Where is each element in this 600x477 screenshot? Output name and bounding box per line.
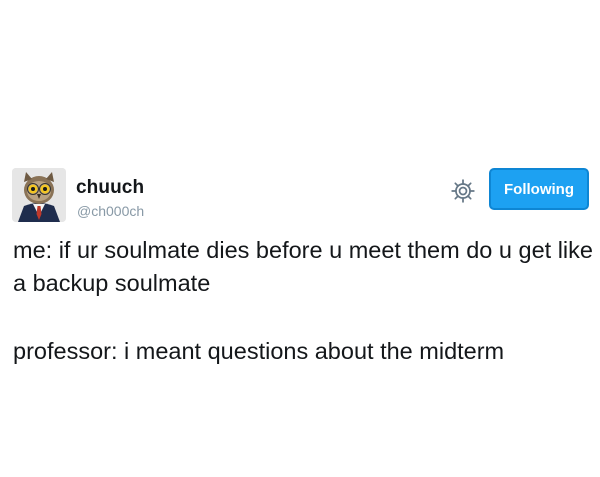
gear-icon[interactable] — [450, 178, 476, 204]
tweet-card: chuuch @ch000ch Following me: if ur soul… — [0, 0, 600, 477]
display-name[interactable]: chuuch — [76, 177, 144, 199]
owl-avatar-icon — [12, 168, 66, 222]
user-handle[interactable]: @ch000ch — [77, 203, 144, 219]
avatar[interactable] — [12, 168, 66, 222]
tweet-text-paragraph-1: me: if ur soulmate dies before u meet th… — [13, 237, 600, 296]
tweet-text-paragraph-2: professor: i meant questions about the m… — [13, 338, 505, 364]
following-button[interactable]: Following — [489, 168, 589, 210]
